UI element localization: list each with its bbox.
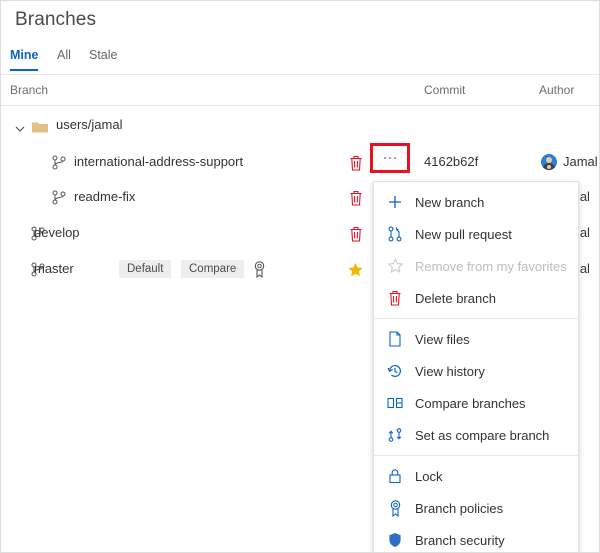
compare-icon bbox=[386, 394, 404, 412]
author-cell: Jamal bbox=[541, 153, 598, 173]
branches-page: Branches Mine All Stale Branch Commit Au… bbox=[0, 0, 600, 553]
menu-item-set-as-compare-branch[interactable]: Set as compare branch bbox=[374, 419, 578, 451]
compare-branch-tag: Compare bbox=[181, 260, 245, 278]
trash-icon bbox=[386, 289, 404, 307]
branch-name: master bbox=[34, 261, 74, 276]
menu-item-label: View history bbox=[415, 363, 485, 379]
menu-item-label: Branch policies bbox=[415, 500, 504, 516]
plus-icon bbox=[386, 193, 404, 211]
tab-stale[interactable]: Stale bbox=[89, 46, 118, 69]
menu-item-remove-from-favorites: Remove from my favorites bbox=[374, 250, 578, 282]
menu-item-label: Remove from my favorites bbox=[415, 258, 567, 274]
avatar bbox=[541, 153, 557, 170]
menu-item-label: New pull request bbox=[415, 226, 512, 242]
menu-item-lock[interactable]: Lock bbox=[374, 460, 578, 492]
menu-separator bbox=[374, 318, 578, 319]
folder-icon bbox=[32, 120, 48, 133]
author-name: Jamal bbox=[563, 154, 598, 170]
menu-item-label: View files bbox=[415, 331, 470, 347]
set-compare-icon bbox=[386, 426, 404, 444]
branch-name: readme-fix bbox=[74, 189, 136, 204]
favorite-star-icon[interactable] bbox=[347, 262, 364, 278]
menu-item-label: Branch security bbox=[415, 532, 505, 548]
column-header-author: Author bbox=[539, 83, 575, 97]
menu-separator bbox=[374, 455, 578, 456]
branch-name: develop bbox=[34, 225, 80, 240]
column-header-commit: Commit bbox=[424, 83, 466, 97]
file-icon bbox=[386, 330, 404, 348]
menu-item-delete-branch[interactable]: Delete branch bbox=[374, 282, 578, 314]
shield-icon bbox=[386, 531, 404, 549]
table-row[interactable]: international-address-support 4162b62f J… bbox=[1, 146, 599, 179]
tab-all[interactable]: All bbox=[57, 46, 71, 69]
chevron-down-icon[interactable] bbox=[15, 121, 25, 132]
branch-policy-icon bbox=[386, 499, 404, 517]
tab-bar: Mine All Stale bbox=[1, 46, 599, 75]
tab-mine[interactable]: Mine bbox=[10, 46, 39, 71]
default-branch-tag: Default bbox=[119, 260, 172, 278]
menu-item-label: Compare branches bbox=[415, 395, 526, 411]
star-outline-icon bbox=[386, 257, 404, 275]
pull-request-icon bbox=[386, 225, 404, 243]
menu-item-label: Delete branch bbox=[415, 290, 496, 306]
branch-icon bbox=[52, 190, 66, 205]
branch-icon bbox=[52, 155, 66, 170]
lock-icon bbox=[386, 467, 404, 485]
menu-item-label: New branch bbox=[415, 194, 485, 210]
branch-folder-label: users/jamal bbox=[56, 117, 123, 132]
more-actions-button[interactable] bbox=[373, 146, 407, 170]
column-header-branch: Branch bbox=[10, 83, 49, 97]
branch-folder-row[interactable]: users/jamal bbox=[1, 109, 599, 142]
ellipsis-icon bbox=[373, 146, 407, 170]
branch-context-menu: New branch New pull request Remove from … bbox=[373, 181, 579, 552]
trash-icon[interactable] bbox=[349, 226, 363, 242]
menu-item-branch-policies[interactable]: Branch policies bbox=[374, 492, 578, 524]
menu-item-label: Set as compare branch bbox=[415, 427, 550, 443]
menu-item-label: Lock bbox=[415, 468, 443, 484]
menu-item-compare-branches[interactable]: Compare branches bbox=[374, 387, 578, 419]
menu-item-branch-security[interactable]: Branch security bbox=[374, 524, 578, 552]
branch-name: international-address-support bbox=[74, 154, 244, 169]
menu-item-view-history[interactable]: View history bbox=[374, 355, 578, 387]
menu-item-new-pull-request[interactable]: New pull request bbox=[374, 218, 578, 250]
menu-item-new-branch[interactable]: New branch bbox=[374, 186, 578, 218]
branch-policy-icon[interactable] bbox=[253, 261, 266, 279]
trash-icon[interactable] bbox=[349, 155, 363, 171]
trash-icon[interactable] bbox=[349, 190, 363, 206]
column-header-row: Branch Commit Author bbox=[1, 76, 599, 106]
page-title: Branches bbox=[15, 9, 97, 30]
menu-item-view-files[interactable]: View files bbox=[374, 323, 578, 355]
commit-hash[interactable]: 4162b62f bbox=[424, 154, 478, 169]
history-icon bbox=[386, 362, 404, 380]
